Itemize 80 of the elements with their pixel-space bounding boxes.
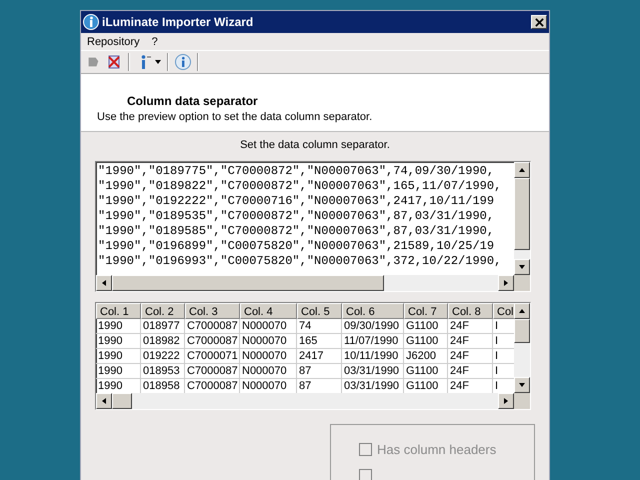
table-cell: C7000071	[185, 349, 240, 364]
table-cell: J6200	[404, 349, 448, 364]
scroll-left-button[interactable]	[96, 275, 112, 291]
table-cell: C7000087	[185, 334, 240, 349]
table-cell: N000070	[240, 364, 297, 379]
column-header[interactable]: Col. 1	[96, 303, 141, 319]
horizontal-scrollbar[interactable]	[96, 275, 514, 291]
scroll-left-button[interactable]	[96, 393, 112, 409]
table-cell: 24F	[448, 319, 493, 334]
table-cell: 24F	[448, 349, 493, 364]
column-header[interactable]: Col. 4	[240, 303, 297, 319]
page-heading: Column data separator	[126, 94, 259, 108]
table-cell: 1990	[96, 319, 141, 334]
delete-icon[interactable]	[106, 54, 122, 70]
vertical-scrollbar[interactable]	[514, 162, 530, 275]
table-cell: 019222	[141, 349, 185, 364]
table-cell: 03/31/1990	[342, 364, 404, 379]
table-cell: G1100	[404, 319, 448, 334]
column-header[interactable]: Col.	[493, 303, 514, 319]
preview-line: "1990","0189585","C70000872","N00007063",87,03/31/1990,	[98, 224, 496, 239]
column-header[interactable]: Col. 8	[448, 303, 493, 319]
info-icon[interactable]	[175, 54, 191, 70]
data-grid[interactable]	[95, 302, 531, 410]
preview-line: "1990","0192222","C70000716","N00007063",2417,10/11/199	[98, 194, 496, 209]
column-header[interactable]: Col. 5	[297, 303, 342, 319]
table-cell: G1100	[404, 364, 448, 379]
window-title: iLuminate Importer Wizard	[102, 15, 254, 29]
table-cell: 1990	[96, 349, 141, 364]
table-cell: N000070	[240, 319, 297, 334]
scroll-down-button[interactable]	[514, 259, 530, 275]
page-description: Use the preview option to set the data column separator.	[97, 111, 374, 123]
vertical-scrollbar[interactable]	[514, 303, 530, 393]
table-cell: 018953	[141, 364, 185, 379]
preview-line: "1990","0196899","C00075820","N00007063",21589,10/25/19	[98, 239, 496, 254]
table-cell: 24F	[448, 334, 493, 349]
close-icon	[534, 18, 544, 26]
table-cell: 2417	[297, 349, 342, 364]
instruction-text: Set the data column separator.	[239, 139, 391, 151]
scroll-right-button[interactable]	[498, 275, 514, 291]
table-cell: N000070	[240, 334, 297, 349]
table-cell: 018977	[141, 319, 185, 334]
preview-line: "1990","0189775","C70000872","N00007063",74,09/30/1990,	[98, 164, 496, 179]
scroll-up-button[interactable]	[514, 162, 530, 178]
app-logo-icon	[83, 14, 99, 30]
scroll-thumb[interactable]	[514, 319, 530, 343]
scroll-thumb[interactable]	[112, 393, 132, 409]
table-cell: 09/30/1990	[342, 319, 404, 334]
close-button[interactable]	[531, 15, 547, 29]
scroll-down-button[interactable]	[514, 377, 530, 393]
column-header[interactable]: Col. 3	[185, 303, 240, 319]
table-cell: 10/11/1990	[342, 349, 404, 364]
table-cell: G1100	[404, 334, 448, 349]
table-cell: 11/07/1990	[342, 334, 404, 349]
menu-item[interactable]: ?	[152, 36, 158, 48]
table-cell: 1990	[96, 334, 141, 349]
scroll-up-button[interactable]	[514, 303, 530, 319]
column-header[interactable]: Col. 6	[342, 303, 404, 319]
scroll-thumb[interactable]	[514, 178, 530, 250]
table-cell: 74	[297, 319, 342, 334]
table-cell: C7000087	[185, 364, 240, 379]
scroll-right-button[interactable]	[498, 393, 514, 409]
scrollbar-corner	[514, 275, 530, 291]
menu-item[interactable]: Repository	[87, 36, 140, 48]
caret-icon[interactable]	[155, 60, 161, 64]
table-cell: C7000087	[185, 319, 240, 334]
table-cell: N000070	[240, 349, 297, 364]
horizontal-scrollbar[interactable]	[96, 393, 514, 409]
scroll-thumb[interactable]	[112, 275, 384, 291]
table-cell: 87	[297, 364, 342, 379]
table-cell: 165	[297, 334, 342, 349]
column-header[interactable]: Col. 2	[141, 303, 185, 319]
table-cell: 018982	[141, 334, 185, 349]
preview-text-box[interactable]	[95, 161, 531, 292]
preview-line: "1990","0189535","C70000872","N00007063",87,03/31/1990,	[98, 209, 496, 224]
column-header[interactable]: Col. 7	[404, 303, 448, 319]
table-cell: 1990	[96, 364, 141, 379]
table-cell: 24F	[448, 364, 493, 379]
preview-line: "1990","0196993","C00075820","N00007063",372,10/22/1990,	[98, 254, 502, 269]
preview-line: "1990","0189822","C70000872","N00007063",165,11/07/1990,	[98, 179, 502, 194]
scrollbar-corner	[514, 393, 530, 409]
